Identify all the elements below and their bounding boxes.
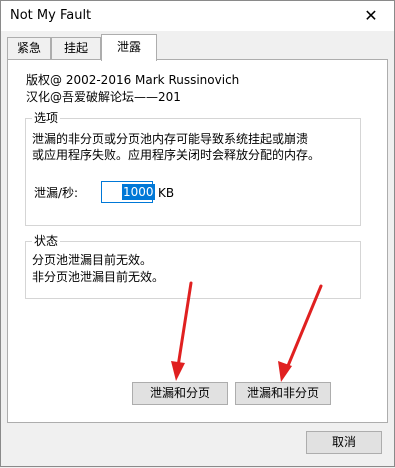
red-arrow-left: [171, 281, 193, 381]
app-window: Not My Fault ✕ 紧急 挂起 泄露 版权@ 2002-2016 Ma…: [0, 0, 395, 467]
annotation-arrows: [171, 281, 323, 382]
red-arrow-right: [278, 284, 323, 382]
